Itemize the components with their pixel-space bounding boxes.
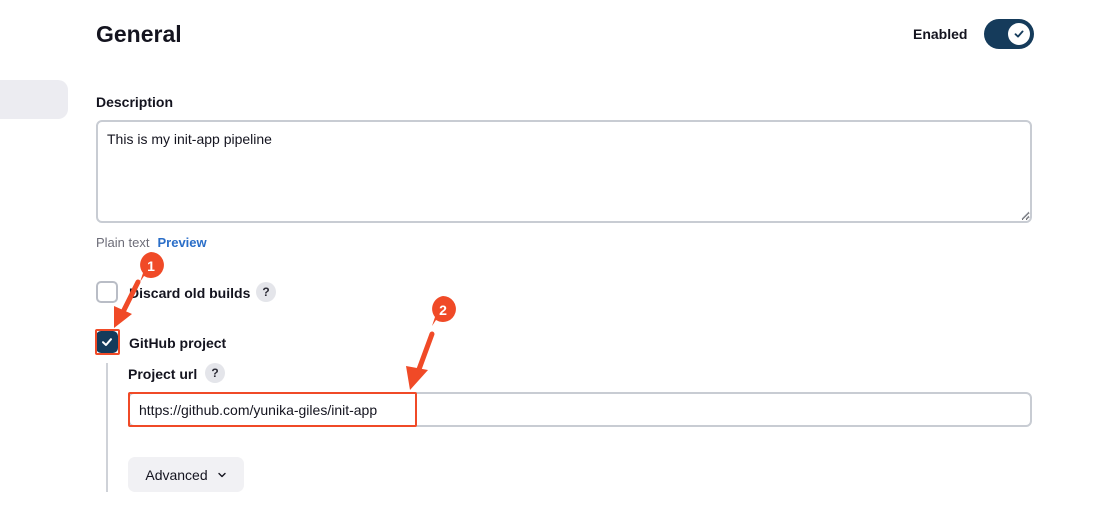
project-url-help-icon[interactable]: ? bbox=[205, 363, 225, 383]
check-icon bbox=[1015, 30, 1024, 38]
resize-grip-icon[interactable] bbox=[1020, 210, 1030, 220]
sidebar-active-item[interactable] bbox=[0, 80, 68, 119]
description-label: Description bbox=[96, 94, 174, 110]
github-project-label[interactable]: GitHub project bbox=[129, 335, 226, 351]
annotation-callout-1: 1 bbox=[136, 251, 166, 282]
project-url-label: Project url bbox=[128, 366, 198, 382]
enable-toggle-label: Enabled bbox=[913, 26, 968, 42]
enable-toggle[interactable] bbox=[984, 19, 1035, 49]
discard-old-builds-checkbox[interactable] bbox=[96, 281, 118, 303]
annotation-callout-2: 2 bbox=[428, 295, 458, 326]
callout-number: 1 bbox=[147, 258, 155, 274]
toggle-knob bbox=[1008, 23, 1031, 45]
callout-number: 2 bbox=[439, 302, 447, 318]
preview-link[interactable]: Preview bbox=[157, 235, 206, 250]
chevron-down-icon bbox=[217, 470, 227, 480]
format-switch: Plain text Preview bbox=[96, 235, 207, 250]
advanced-button-label: Advanced bbox=[145, 466, 208, 483]
section-title: General bbox=[96, 21, 182, 47]
enable-toggle-group: Enabled bbox=[913, 19, 1035, 49]
github-project-checkbox[interactable] bbox=[96, 331, 118, 353]
discard-old-builds-help-icon[interactable]: ? bbox=[256, 282, 276, 302]
discard-old-builds-label[interactable]: Discard old builds bbox=[129, 285, 250, 301]
description-textarea[interactable]: This is my init-app pipeline bbox=[96, 120, 1032, 223]
plain-text-label: Plain text bbox=[96, 235, 150, 250]
advanced-button[interactable]: Advanced bbox=[128, 457, 244, 492]
nested-section-line bbox=[106, 363, 108, 492]
project-url-input[interactable] bbox=[128, 392, 1032, 427]
annotation-arrow-2 bbox=[406, 331, 435, 390]
check-icon bbox=[102, 338, 112, 346]
